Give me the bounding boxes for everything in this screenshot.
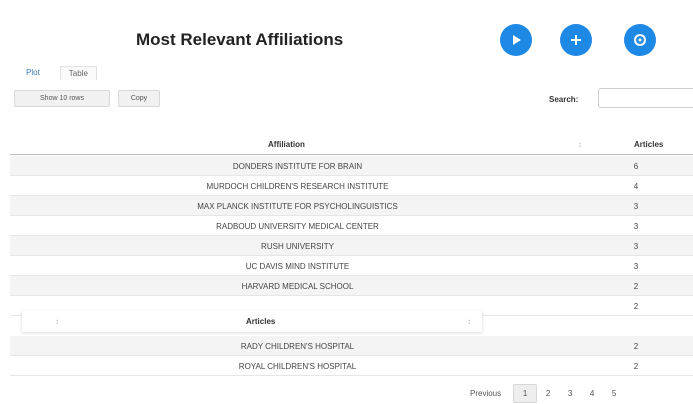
floating-column-header: ↕ Articles ↕ — [22, 310, 482, 332]
settings-icon — [634, 34, 646, 46]
table-row: RADY CHILDREN'S HOSPITAL 2 — [10, 336, 693, 356]
table-row: DONDERS INSTITUTE FOR BRAIN 6 — [10, 156, 693, 176]
sort-icon: ↕ — [467, 317, 471, 326]
articles-cell: 3 — [633, 202, 639, 211]
previous-page-button[interactable]: Previous — [470, 389, 501, 398]
affiliation-cell: RADY CHILDREN'S HOSPITAL — [240, 342, 355, 351]
page-button-2[interactable]: 2 — [537, 389, 559, 398]
tab-table[interactable]: Table — [59, 66, 97, 80]
affiliation-cell: DONDERS INSTITUTE FOR BRAIN — [232, 162, 363, 171]
affiliation-cell: MAX PLANCK INSTITUTE FOR PSYCHOLINGUISTI… — [197, 202, 398, 211]
affiliation-cell: RUSH UNIVERSITY — [261, 242, 334, 251]
tab-plot[interactable]: Plot — [22, 66, 44, 80]
page-button-5[interactable]: 5 — [603, 389, 625, 398]
articles-cell: 3 — [633, 262, 639, 271]
page-title: Most Relevant Affiliations — [136, 30, 344, 49]
floating-header-label[interactable]: Articles — [246, 317, 275, 326]
articles-cell: 3 — [633, 242, 639, 251]
play-icon — [513, 35, 521, 45]
table-row: RADBOUD UNIVERSITY MEDICAL CENTER 3 — [10, 216, 693, 236]
column-header-affiliation[interactable]: Affiliation — [268, 140, 305, 149]
table-row: ROYAL CHILDREN'S HOSPITAL 2 — [10, 356, 693, 376]
page-button-3[interactable]: 3 — [559, 389, 581, 398]
table-row: RUSH UNIVERSITY 3 — [10, 236, 693, 256]
table-row: MURDOCH CHILDREN'S RESEARCH INSTITUTE 4 — [10, 176, 693, 196]
settings-button[interactable] — [624, 24, 656, 56]
run-button[interactable] — [500, 24, 532, 56]
sort-icon: ↕ — [55, 317, 59, 326]
page-button-4[interactable]: 4 — [581, 389, 603, 398]
articles-cell: 4 — [633, 182, 639, 191]
table-row: UC DAVIS MIND INSTITUTE 3 — [10, 256, 693, 276]
show-entries-dropdown[interactable]: Show 10 rows — [14, 90, 110, 107]
copy-button[interactable]: Copy — [118, 90, 160, 107]
view-tabs: Plot Table — [22, 66, 97, 80]
affiliation-cell: HARVARD MEDICAL SCHOOL — [241, 282, 354, 291]
table-row: HARVARD MEDICAL SCHOOL 2 — [10, 276, 693, 296]
table-header: Affiliation ↕ Articles — [10, 134, 693, 155]
articles-cell: 2 — [633, 342, 639, 351]
page-button-1[interactable]: 1 — [513, 384, 538, 403]
search-label: Search: — [549, 95, 579, 104]
articles-cell: 6 — [633, 162, 639, 171]
pagination: Previous 1 2 3 4 5 — [470, 384, 625, 403]
affiliation-cell: ROYAL CHILDREN'S HOSPITAL — [238, 362, 357, 371]
articles-cell: 2 — [633, 302, 639, 311]
search-input[interactable] — [598, 88, 693, 108]
articles-cell: 3 — [633, 222, 639, 231]
plus-icon — [571, 35, 581, 45]
affiliation-cell: MURDOCH CHILDREN'S RESEARCH INSTITUTE — [206, 182, 389, 191]
column-header-articles[interactable]: Articles — [634, 140, 663, 149]
table-row: MAX PLANCK INSTITUTE FOR PSYCHOLINGUISTI… — [10, 196, 693, 216]
sort-icon: ↕ — [578, 140, 582, 149]
articles-cell: 2 — [633, 282, 639, 291]
affiliation-cell: UC DAVIS MIND INSTITUTE — [245, 262, 350, 271]
affiliation-cell: RADBOUD UNIVERSITY MEDICAL CENTER — [216, 222, 379, 231]
articles-cell: 2 — [633, 362, 639, 371]
add-button[interactable] — [560, 24, 592, 56]
